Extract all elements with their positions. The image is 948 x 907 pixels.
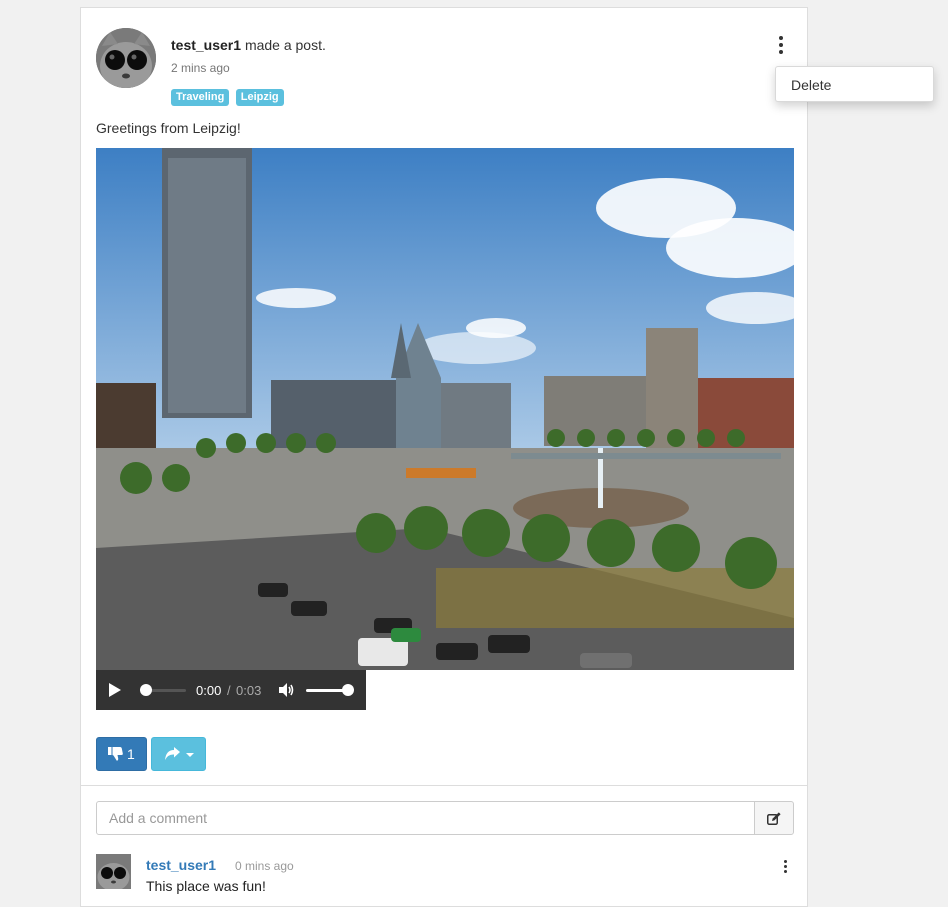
post-video[interactable] xyxy=(96,148,794,670)
duration: 0:03 xyxy=(236,683,262,698)
tag-leipzig[interactable]: Leipzig xyxy=(235,89,284,106)
chevron-down-icon xyxy=(186,753,194,757)
volume-handle[interactable] xyxy=(342,684,354,696)
current-time: 0:00 xyxy=(196,683,222,698)
delete-menu-item[interactable]: Delete xyxy=(791,77,831,93)
post-timestamp: 2 mins ago xyxy=(171,61,230,75)
edit-icon xyxy=(767,812,781,825)
tag-traveling[interactable]: Traveling xyxy=(171,89,230,106)
author-name[interactable]: test_user1 xyxy=(171,37,241,53)
play-icon[interactable] xyxy=(109,683,121,697)
video-controls: 0:00 / 0:03 xyxy=(96,670,366,710)
progress-handle[interactable] xyxy=(140,684,152,696)
time-separator: / xyxy=(227,683,231,698)
comment-input[interactable] xyxy=(96,801,755,835)
post-tags: Traveling Leipzig xyxy=(171,87,286,106)
thumbs-down-icon xyxy=(108,747,123,761)
post-menu-dropdown: Delete xyxy=(775,66,934,102)
volume-icon[interactable] xyxy=(277,681,295,699)
dislike-button[interactable]: 1 xyxy=(96,737,147,771)
post-header: test_user1 made a post. xyxy=(171,37,326,53)
comment-author-avatar[interactable] xyxy=(96,854,131,889)
share-dropdown-button[interactable] xyxy=(151,737,206,771)
post-text: Greetings from Leipzig! xyxy=(96,120,241,136)
post-action-text: made a post. xyxy=(244,37,326,53)
post-menu-icon[interactable] xyxy=(771,34,791,56)
author-avatar[interactable] xyxy=(96,28,156,88)
post-card: test_user1 made a post. 2 mins ago Trave… xyxy=(80,7,808,907)
comment-timestamp: 0 mins ago xyxy=(235,859,294,873)
divider xyxy=(81,785,807,786)
comment-submit-button[interactable] xyxy=(754,801,794,835)
share-icon xyxy=(165,747,180,760)
progress-bar[interactable] xyxy=(146,689,186,692)
comment-menu-icon[interactable] xyxy=(779,858,793,874)
dislike-count: 1 xyxy=(127,746,135,762)
comment-text: This place was fun! xyxy=(146,878,266,894)
comment-author[interactable]: test_user1 xyxy=(146,857,216,873)
